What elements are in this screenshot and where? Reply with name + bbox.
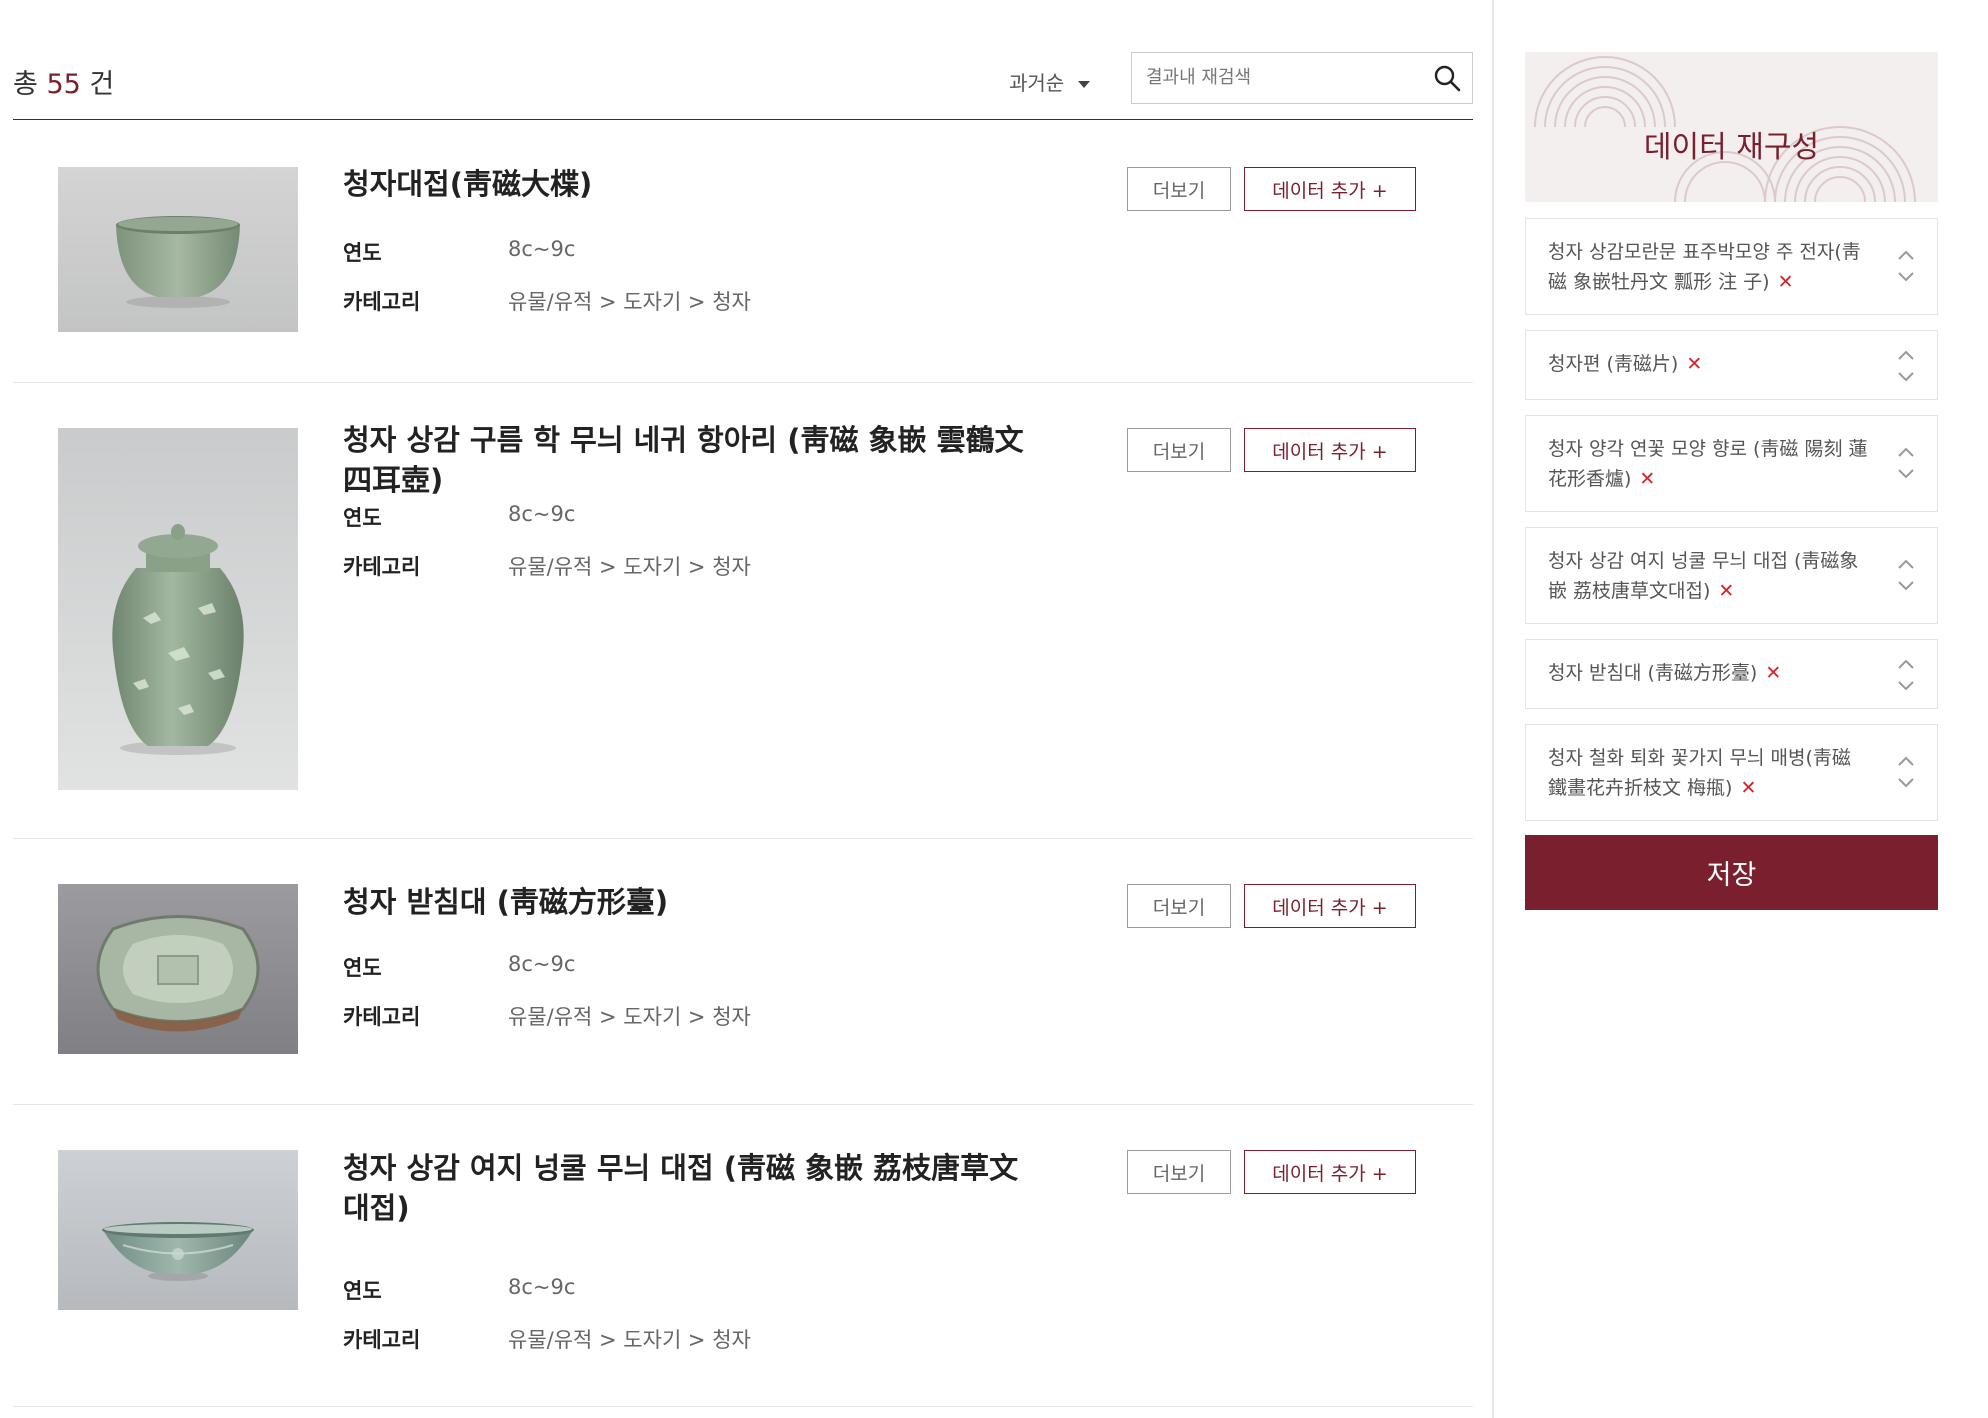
more-button[interactable]: 더보기	[1127, 167, 1231, 211]
category-label: 카테고리	[343, 1005, 421, 1029]
column-divider	[1492, 0, 1494, 1418]
category-label: 카테고리	[343, 555, 421, 579]
result-item: 청자 상감 구름 학 무늬 네귀 항아리 (靑磁 象嵌 雲鶴文 四耳壺) 연도 …	[13, 383, 1473, 839]
remove-icon[interactable]: ✕	[1639, 468, 1655, 490]
selected-item-text: 청자 양각 연꽃 모양 향로 (靑磁 陽刻 蓮花形香爐) ✕	[1548, 434, 1868, 494]
year-value: 8c~9c	[508, 237, 576, 261]
result-item: 청자대접(靑磁大楪) 연도 8c~9c 카테고리 유물/유적 > 도자기 > 청…	[13, 120, 1473, 383]
selected-item-text: 청자 상감 여지 넝쿨 무늬 대접 (靑磁象嵌 荔枝唐草文대접) ✕	[1548, 546, 1868, 606]
selected-item-label: 청자 상감 여지 넝쿨 무늬 대접 (靑磁象嵌 荔枝唐草文대접)	[1548, 550, 1859, 602]
result-count-suffix: 건	[89, 69, 115, 100]
result-count-prefix: 총	[13, 69, 38, 100]
more-button[interactable]: 더보기	[1127, 428, 1231, 472]
selected-item-text: 청자 받침대 (靑磁方形臺) ✕	[1548, 658, 1868, 688]
remove-icon[interactable]: ✕	[1718, 580, 1734, 602]
sort-dropdown[interactable]: 과거순	[1009, 67, 1091, 96]
caret-down-icon	[1078, 81, 1091, 88]
item-title[interactable]: 청자 상감 여지 넝쿨 무늬 대접 (靑磁 象嵌 荔枝唐草文 대접)	[343, 1148, 1043, 1228]
artifact-image[interactable]	[58, 167, 298, 332]
year-value: 8c~9c	[508, 952, 576, 976]
sort-label: 과거순	[1009, 71, 1065, 95]
results-toolbar: 총 55 건 과거순	[13, 52, 1473, 120]
category-label: 카테고리	[343, 1328, 421, 1352]
selected-item-label: 청자 양각 연꽃 모양 향로 (靑磁 陽刻 蓮花形香爐)	[1548, 438, 1868, 490]
category-value: 유물/유적 > 도자기 > 청자	[508, 1328, 751, 1352]
result-item: 청자 받침대 (靑磁方形臺) 연도 8c~9c 카테고리 유물/유적 > 도자기…	[13, 839, 1473, 1105]
panel-header: 데이터 재구성	[1525, 52, 1938, 202]
category-value: 유물/유적 > 도자기 > 청자	[508, 555, 751, 579]
year-value: 8c~9c	[508, 502, 576, 526]
add-data-button[interactable]: 데이터 추가 +	[1244, 884, 1416, 928]
selected-item-card[interactable]: 청자 받침대 (靑磁方形臺) ✕	[1525, 639, 1938, 709]
remove-icon[interactable]: ✕	[1765, 662, 1781, 684]
reorder-arrows-icon[interactable]	[1897, 558, 1915, 592]
selected-item-card[interactable]: 청자 상감모란문 표주박모양 주 전자(靑磁 象嵌牡丹文 瓢形 注 子) ✕	[1525, 218, 1938, 315]
save-button[interactable]: 저장	[1525, 835, 1938, 910]
more-button[interactable]: 더보기	[1127, 1150, 1231, 1194]
remove-icon[interactable]: ✕	[1740, 777, 1756, 799]
reorder-arrows-icon[interactable]	[1897, 349, 1915, 383]
reorder-arrows-icon[interactable]	[1897, 446, 1915, 480]
item-title[interactable]: 청자 받침대 (靑磁方形臺)	[343, 882, 1043, 922]
selected-item-label: 청자편 (靑磁片)	[1548, 353, 1679, 375]
reorder-arrows-icon[interactable]	[1897, 249, 1915, 283]
year-label: 연도	[343, 506, 382, 530]
selected-item-card[interactable]: 청자 상감 여지 넝쿨 무늬 대접 (靑磁象嵌 荔枝唐草文대접) ✕	[1525, 527, 1938, 624]
selected-item-text: 청자편 (靑磁片) ✕	[1548, 349, 1868, 379]
search-input[interactable]	[1146, 53, 1416, 102]
add-data-button[interactable]: 데이터 추가 +	[1244, 167, 1416, 211]
selected-item-label: 청자 철화 퇴화 꽃가지 무늬 매병(靑磁鐵畫花卉折枝文 梅甁)	[1548, 747, 1851, 799]
item-title[interactable]: 청자대접(靑磁大楪)	[343, 164, 1043, 204]
remove-icon[interactable]: ✕	[1686, 353, 1702, 375]
reorder-arrows-icon[interactable]	[1897, 658, 1915, 692]
year-value: 8c~9c	[508, 1275, 576, 1299]
category-value: 유물/유적 > 도자기 > 청자	[508, 1005, 751, 1029]
selected-item-card[interactable]: 청자 양각 연꽃 모양 향로 (靑磁 陽刻 蓮花形香爐) ✕	[1525, 415, 1938, 512]
year-label: 연도	[343, 1279, 382, 1303]
selected-item-label: 청자 받침대 (靑磁方形臺)	[1548, 662, 1758, 684]
selected-item-card[interactable]: 청자편 (靑磁片) ✕	[1525, 330, 1938, 400]
add-data-button[interactable]: 데이터 추가 +	[1244, 428, 1416, 472]
result-count: 총 55 건	[13, 62, 114, 101]
category-value: 유물/유적 > 도자기 > 청자	[508, 290, 751, 314]
result-item: 청자 상감 여지 넝쿨 무늬 대접 (靑磁 象嵌 荔枝唐草文 대접) 연도 8c…	[13, 1105, 1473, 1407]
remove-icon[interactable]: ✕	[1778, 271, 1794, 293]
add-data-button[interactable]: 데이터 추가 +	[1244, 1150, 1416, 1194]
selected-item-text: 청자 상감모란문 표주박모양 주 전자(靑磁 象嵌牡丹文 瓢形 注 子) ✕	[1548, 237, 1868, 297]
selected-item-card[interactable]: 청자 철화 퇴화 꽃가지 무늬 매병(靑磁鐵畫花卉折枝文 梅甁) ✕	[1525, 724, 1938, 821]
search-icon[interactable]	[1432, 63, 1462, 93]
item-title[interactable]: 청자 상감 구름 학 무늬 네귀 항아리 (靑磁 象嵌 雲鶴文 四耳壺)	[343, 420, 1043, 500]
artifact-image[interactable]	[58, 884, 298, 1054]
reorder-arrows-icon[interactable]	[1897, 755, 1915, 789]
selected-item-label: 청자 상감모란문 표주박모양 주 전자(靑磁 象嵌牡丹文 瓢形 注 子)	[1548, 241, 1861, 293]
selected-item-text: 청자 철화 퇴화 꽃가지 무늬 매병(靑磁鐵畫花卉折枝文 梅甁) ✕	[1548, 743, 1868, 803]
artifact-image[interactable]	[58, 1150, 298, 1310]
more-button[interactable]: 더보기	[1127, 884, 1231, 928]
panel-title: 데이터 재구성	[1643, 130, 1820, 165]
year-label: 연도	[343, 956, 382, 980]
search-box	[1131, 52, 1473, 104]
results-column: 총 55 건 과거순 결과내 재검색 청자대접(靑磁大楪) 연도 8c~9c 카…	[13, 0, 1473, 1418]
year-label: 연도	[343, 241, 382, 265]
artifact-image[interactable]	[58, 428, 298, 790]
category-label: 카테고리	[343, 290, 421, 314]
result-count-number: 55	[46, 69, 81, 100]
